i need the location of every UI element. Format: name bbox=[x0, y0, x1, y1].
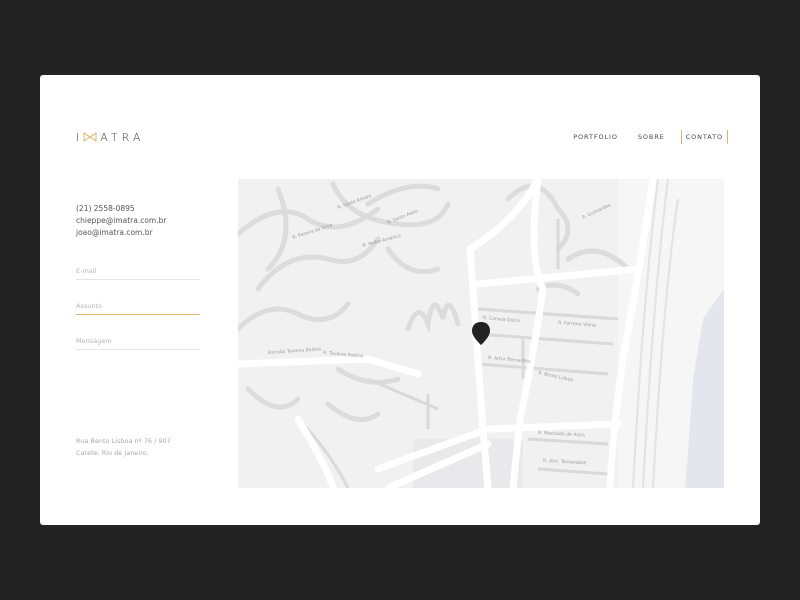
street-label: R. Pedro Américo bbox=[362, 232, 402, 249]
street-label: Estrada Tavares Bastos bbox=[268, 346, 322, 356]
email-input[interactable] bbox=[76, 267, 200, 275]
address: Rua Bento Lisboa nº 76 / 907 Catete. Rio… bbox=[76, 435, 171, 459]
email-link-chieppe[interactable]: chieppe@imatra.com.br bbox=[76, 215, 166, 227]
email-field bbox=[76, 267, 200, 280]
nav-item-sobre[interactable]: SOBRE bbox=[634, 130, 669, 144]
logo-letter-i: I bbox=[76, 130, 84, 144]
message-input[interactable] bbox=[76, 337, 200, 345]
subject-field bbox=[76, 302, 200, 315]
street-label: R. Correia Dutra bbox=[483, 315, 520, 324]
message-field bbox=[76, 337, 200, 350]
logo[interactable]: I ATRA bbox=[76, 130, 145, 144]
nav-item-portfolio[interactable]: PORTFOLIO bbox=[569, 130, 622, 144]
bowtie-m-icon bbox=[83, 132, 97, 142]
street-label: R. Guimarães bbox=[581, 202, 612, 221]
subject-input[interactable] bbox=[76, 302, 200, 310]
email-link-joao[interactable]: joao@imatra.com.br bbox=[76, 227, 166, 239]
street-label: R. Ferreira Viana bbox=[558, 320, 596, 329]
nav-item-contato[interactable]: CONTATO bbox=[680, 130, 728, 144]
address-line-1: Rua Bento Lisboa nº 76 / 907 bbox=[76, 437, 171, 445]
logo-letters-rest: ATRA bbox=[100, 130, 145, 144]
street-label: R. Alm. Tamandaré bbox=[543, 457, 587, 466]
map[interactable]: R. Santo Amaro R. Santo Assis R. Pereira… bbox=[238, 179, 724, 488]
map-canvas[interactable]: R. Santo Amaro R. Santo Assis R. Pereira… bbox=[238, 179, 724, 488]
street-label: R. Machado de Assis bbox=[538, 430, 586, 438]
contact-info: (21) 2558-0895 chieppe@imatra.com.br joa… bbox=[76, 203, 166, 239]
main-nav: PORTFOLIO SOBRE CONTATO bbox=[569, 130, 728, 144]
street-label: R. Artur Bernardes bbox=[488, 355, 531, 365]
content-card: I ATRA PORTFOLIO SOBRE CONTATO (21) 2558… bbox=[40, 75, 760, 525]
address-line-2: Catete. Rio de Janeiro. bbox=[76, 449, 149, 457]
street-label: R. Pereira da Silva bbox=[292, 222, 334, 241]
phone-number: (21) 2558-0895 bbox=[76, 204, 135, 213]
